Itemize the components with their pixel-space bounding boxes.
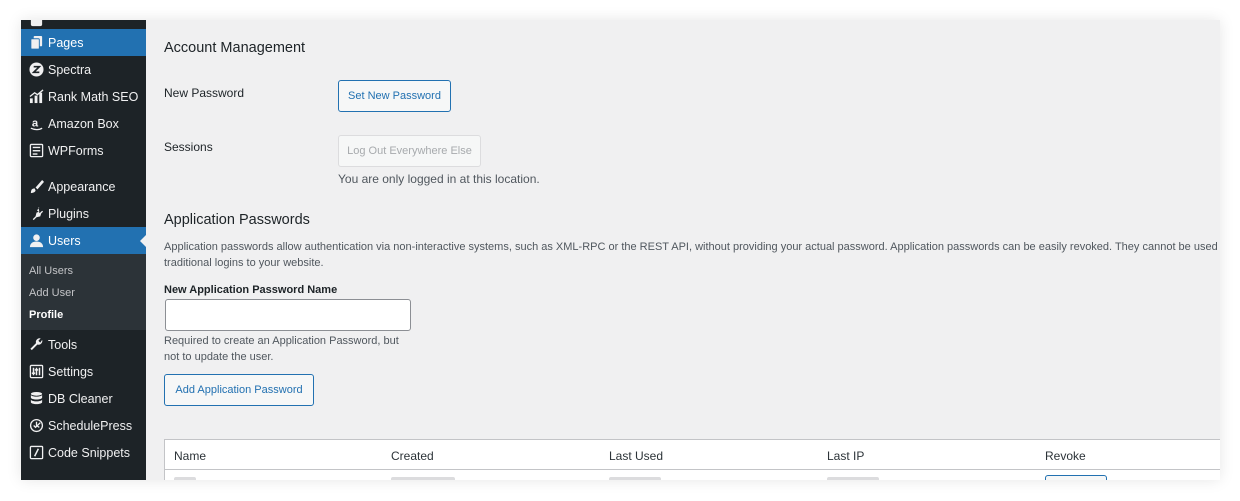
profile-content: Account Management New Password Set New … [164,20,1220,480]
wp-admin-window: Pages Spectra Rank Math SEO a Amazon Box [21,20,1220,480]
sidebar-item-label: Plugins [48,206,89,221]
code-icon [26,445,46,460]
sidebar-item-label: Spectra [48,62,92,77]
application-passwords-heading: Application Passwords [164,212,310,228]
rank-math-icon [26,89,46,104]
column-header-last-ip[interactable]: Last IP [827,449,864,463]
users-submenu: All Users Add User Profile [21,254,146,330]
sidebar-item-label: WPForms [48,143,104,158]
sidebar-item-label: Pages [48,35,84,50]
sidebar-item-users[interactable]: Users [21,227,146,254]
sidebar-item-pages[interactable]: Pages [21,29,146,56]
settings-icon [26,364,46,379]
column-header-created[interactable]: Created [391,449,434,463]
sidebar-item-label: Tools [48,337,78,352]
new-password-label: New Password [164,86,245,100]
sidebar-item-label: Users [48,233,81,248]
app-password-name-label: New Application Password Name [164,284,338,296]
sidebar-item-amazon-box[interactable]: a Amazon Box [21,110,146,137]
table-cell-cut [609,477,661,480]
sidebar-item-plugins[interactable]: Plugins [21,200,146,227]
submenu-add-user[interactable]: Add User [29,287,75,299]
table-cell-cut [827,477,879,480]
sidebar-item-wpforms[interactable]: WPForms [21,137,146,164]
sidebar-item-settings[interactable]: Settings [21,358,146,385]
sidebar-item-spectra[interactable]: Spectra [21,56,146,83]
add-application-password-button[interactable]: Add Application Password [164,374,314,406]
submenu-all-users[interactable]: All Users [29,265,73,277]
sidebar-item-label: Settings [48,364,94,379]
pages-icon [26,35,46,50]
column-header-name[interactable]: Name [174,449,206,463]
sessions-note: You are only logged in at this location. [338,172,540,186]
set-new-password-button[interactable]: Set New Password [338,80,451,112]
log-out-everywhere-button[interactable]: Log Out Everywhere Else [338,135,481,167]
app-password-name-input[interactable] [165,299,411,331]
users-icon [26,233,46,248]
spectra-icon [26,62,46,77]
current-menu-arrow [140,235,146,247]
sidebar-item-db-cleaner[interactable]: DB Cleaner [21,385,146,412]
sidebar-item-label: Rank Math SEO [48,89,139,104]
sidebar-item-code-snippets[interactable]: Code Snippets [21,439,146,466]
sidebar-item-label: DB Cleaner [48,391,113,406]
wrench-icon [26,337,46,352]
application-passwords-table: Name Created Last Used Last IP Revoke [164,439,1220,480]
svg-text:a: a [31,117,38,129]
wpforms-icon [26,143,46,158]
account-management-heading: Account Management [164,40,306,56]
plugin-icon [26,206,46,221]
brush-icon [26,179,46,194]
sidebar-item-schedulepress[interactable]: SchedulePress [21,412,146,439]
admin-sidebar: Pages Spectra Rank Math SEO a Amazon Box [21,20,146,480]
table-row-divider [165,469,1220,470]
clock-icon [26,418,46,433]
sidebar-item-label: Appearance [48,179,116,194]
column-header-revoke: Revoke [1045,449,1086,463]
amazon-icon: a [26,116,46,131]
table-cell-cut [391,477,455,480]
app-password-help-text: Required to create an Application Passwo… [164,335,399,363]
sidebar-item-tools[interactable]: Tools [21,331,146,358]
sessions-label: Sessions [164,140,213,154]
table-cell-cut [174,477,196,480]
sidebar-item-label: SchedulePress [48,418,133,433]
revoke-button[interactable] [1045,475,1107,480]
menu-icon [26,20,46,28]
column-header-last-used[interactable]: Last Used [609,449,663,463]
sidebar-item-appearance[interactable]: Appearance [21,173,146,200]
sidebar-item-label: Amazon Box [48,116,119,131]
submenu-profile[interactable]: Profile [29,309,63,321]
database-icon [26,391,46,406]
sidebar-item-label: Code Snippets [48,445,131,460]
application-passwords-description: Application passwords allow authenticati… [164,241,1220,269]
sidebar-item-rank-math[interactable]: Rank Math SEO [21,83,146,110]
